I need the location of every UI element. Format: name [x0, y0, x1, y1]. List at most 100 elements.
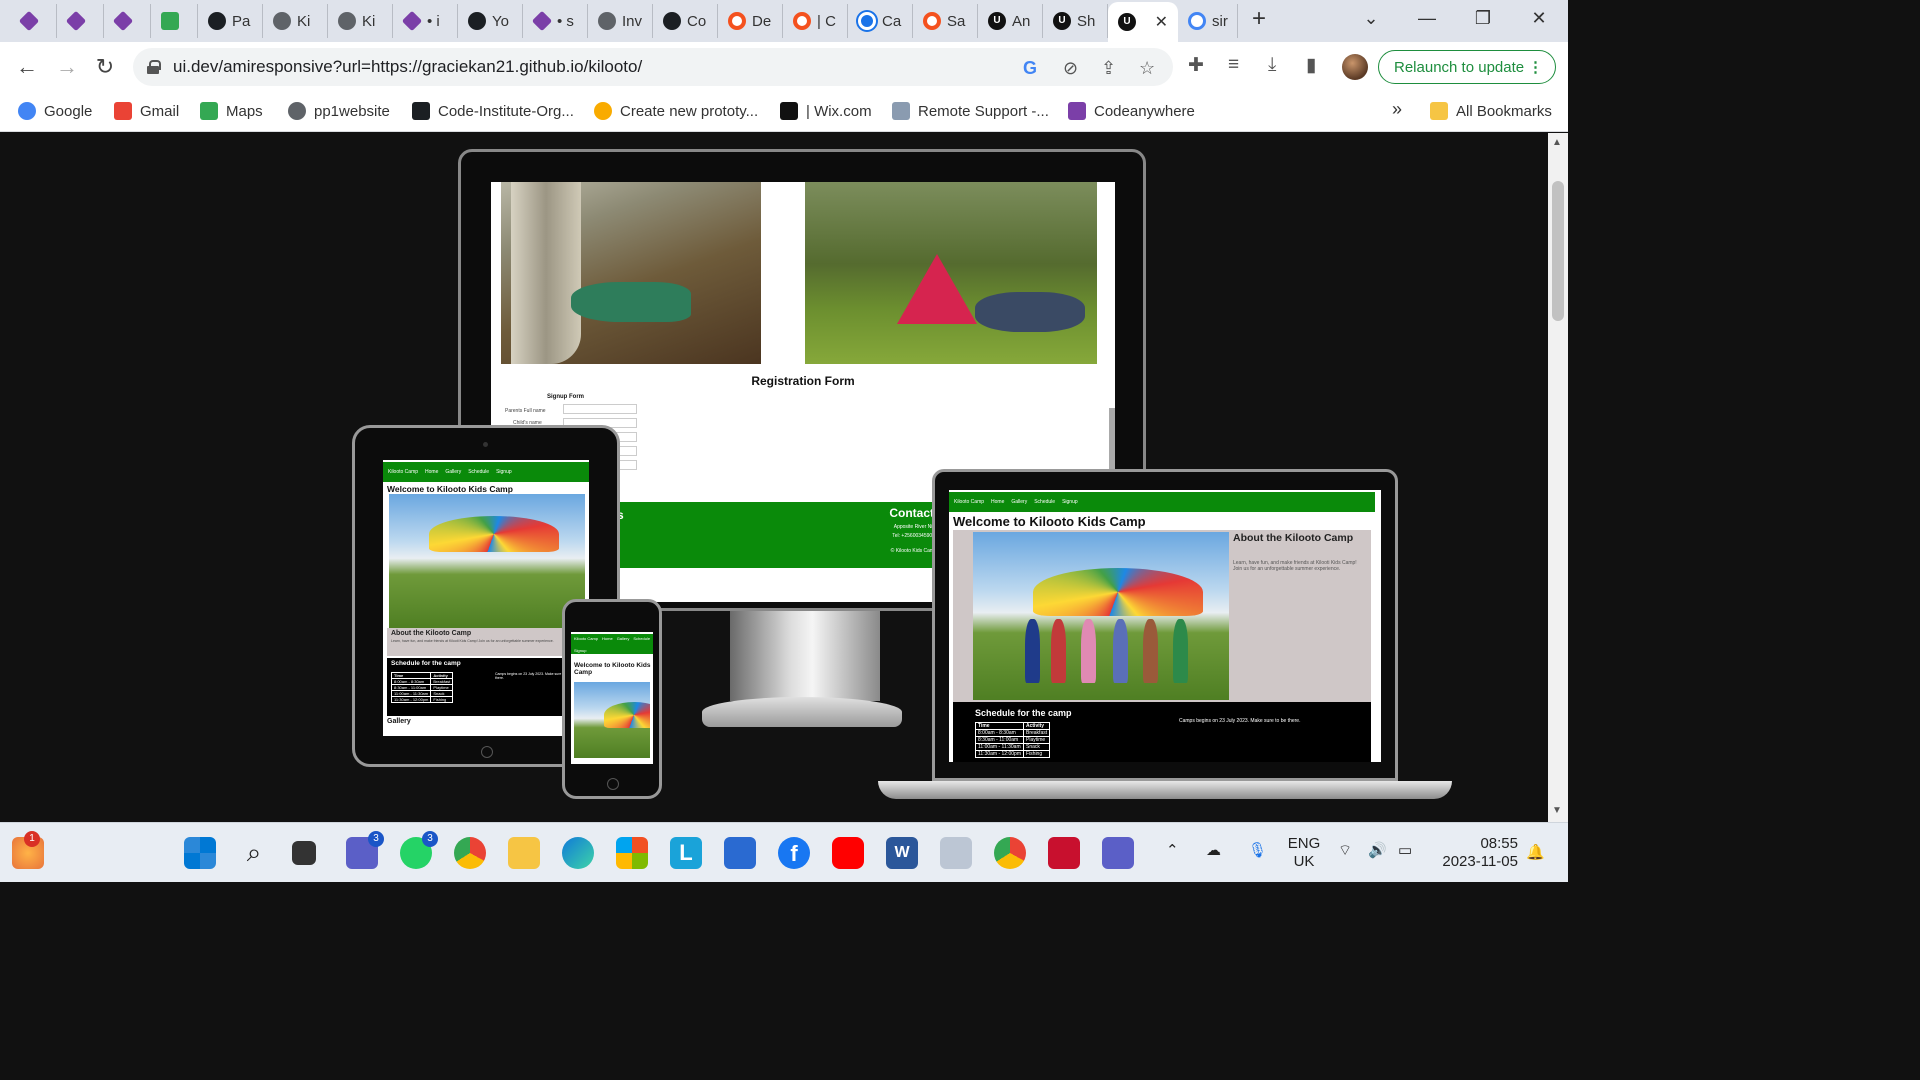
weather-icon[interactable]: 1: [12, 831, 44, 869]
site-nav-link[interactable]: Gallery: [617, 636, 630, 641]
site-nav-link[interactable]: Kilooto Camp: [574, 636, 598, 641]
notepad-icon[interactable]: [724, 837, 756, 869]
notifications-icon[interactable]: 🔔: [1526, 843, 1545, 861]
browser-tab[interactable]: [151, 4, 198, 38]
language-indicator[interactable]: ENG UK: [1282, 835, 1326, 871]
bookmark-item[interactable]: | Wix.com: [780, 102, 872, 120]
battery-icon[interactable]: ▭: [1398, 841, 1412, 859]
browser-tab[interactable]: • i: [393, 4, 458, 38]
bookmark-item[interactable]: Google: [18, 102, 92, 120]
extensions-icon[interactable]: ✚: [1188, 54, 1204, 77]
bookmark-item[interactable]: Code-Institute-Org...: [412, 102, 574, 120]
tab-search-icon[interactable]: ⌄: [1356, 8, 1386, 29]
bookmarks-overflow-button[interactable]: »: [1392, 99, 1402, 120]
share-icon[interactable]: ⇪: [1101, 58, 1116, 79]
browser-tab[interactable]: • s: [523, 4, 588, 38]
site-nav-link[interactable]: Signup: [1062, 499, 1078, 505]
browser-tab[interactable]: Sa: [913, 4, 978, 38]
store-icon[interactable]: [616, 837, 648, 869]
browser-tab[interactable]: De: [718, 4, 783, 38]
site-nav-link[interactable]: Kilooto Camp: [388, 469, 418, 475]
wifi-icon[interactable]: ⌔: [1338, 841, 1352, 860]
browser-tab[interactable]: Inv: [588, 4, 653, 38]
chrome-icon[interactable]: [454, 837, 486, 869]
word-icon[interactable]: W: [886, 837, 918, 869]
task-view-icon[interactable]: [292, 841, 316, 865]
close-window-icon[interactable]: ✕: [1524, 8, 1554, 29]
forward-icon[interactable]: →: [52, 54, 82, 80]
chrome-alt-icon[interactable]: [994, 837, 1026, 869]
close-tab-icon[interactable]: ✕: [1155, 12, 1168, 32]
browser-tab[interactable]: U An: [978, 4, 1043, 38]
media-icon[interactable]: ≡: [1228, 54, 1239, 76]
bookmark-item[interactable]: Codeanywhere: [1068, 102, 1195, 120]
start-icon[interactable]: [184, 837, 216, 869]
url-text[interactable]: ui.dev/amiresponsive?url=https://graciek…: [173, 57, 642, 77]
scrollbar-thumb[interactable]: [1552, 181, 1564, 321]
edge-icon[interactable]: [562, 837, 594, 869]
browser-tab[interactable]: U Sh: [1043, 4, 1108, 38]
youtube-icon[interactable]: [832, 837, 864, 869]
site-nav-link[interactable]: Home: [991, 499, 1004, 505]
mcafee-icon[interactable]: [1048, 837, 1080, 869]
scroll-up-icon[interactable]: ▲: [1552, 137, 1562, 148]
bookmark-item[interactable]: Gmail: [114, 102, 179, 120]
browser-tab[interactable]: Ca: [848, 4, 913, 38]
browser-tab[interactable]: Yo: [458, 4, 523, 38]
bookmark-item[interactable]: Maps: [200, 102, 263, 120]
eye-off-icon[interactable]: ⊘: [1063, 58, 1078, 79]
profile-avatar[interactable]: [1342, 54, 1368, 80]
clock[interactable]: 08:55 2023-11-05: [1432, 835, 1518, 871]
side-panel-icon[interactable]: ▮: [1306, 54, 1316, 77]
teams-chat-icon[interactable]: 3: [346, 831, 384, 869]
l-app-icon[interactable]: L: [670, 837, 702, 869]
restore-icon[interactable]: ❐: [1468, 8, 1498, 29]
browser-tab[interactable]: [57, 4, 104, 38]
site-nav-link[interactable]: Gallery: [445, 469, 461, 475]
whatsapp-icon[interactable]: 3: [400, 831, 438, 869]
site-nav-link[interactable]: Schedule: [1034, 499, 1055, 505]
site-nav-link[interactable]: Kilooto Camp: [954, 499, 984, 505]
volume-icon[interactable]: 🔊: [1368, 841, 1387, 859]
file-explorer-icon[interactable]: [508, 837, 540, 869]
scroll-down-icon[interactable]: ▼: [1552, 805, 1562, 816]
show-hidden-icons[interactable]: ⌃: [1166, 841, 1179, 859]
site-nav-link[interactable]: Signup: [496, 469, 512, 475]
facebook-icon[interactable]: f: [778, 837, 810, 869]
site-nav-link[interactable]: Home: [425, 469, 438, 475]
new-tab-button[interactable]: +: [1244, 2, 1284, 36]
site-nav-link[interactable]: Schedule: [633, 636, 650, 641]
browser-tab[interactable]: U ✕: [1108, 2, 1178, 42]
lock-icon[interactable]: [147, 60, 161, 74]
browser-tab[interactable]: Ki: [328, 4, 393, 38]
teams-icon[interactable]: [1102, 837, 1134, 869]
browser-tab[interactable]: [104, 4, 151, 38]
site-nav-link[interactable]: Gallery: [1011, 499, 1027, 505]
downloads-icon[interactable]: ⤓: [1268, 54, 1276, 76]
all-bookmarks-button[interactable]: All Bookmarks: [1430, 102, 1552, 120]
browser-tab[interactable]: sir: [1178, 4, 1238, 38]
minimize-icon[interactable]: —: [1412, 8, 1442, 29]
site-nav-link[interactable]: Signup: [574, 648, 586, 653]
browser-tab[interactable]: Co: [653, 4, 718, 38]
address-bar[interactable]: ui.dev/amiresponsive?url=https://graciek…: [133, 48, 1173, 86]
site-scrollbar[interactable]: [1109, 408, 1115, 478]
parents-name-input[interactable]: [563, 404, 637, 414]
remote-desktop-icon[interactable]: [940, 837, 972, 869]
site-nav-link[interactable]: Home: [602, 636, 613, 641]
browser-tab[interactable]: | C: [783, 4, 848, 38]
google-lens-icon[interactable]: G: [1023, 58, 1037, 79]
bookmark-item[interactable]: Remote Support -...: [892, 102, 1049, 120]
microphone-icon[interactable]: 🎙: [1248, 841, 1267, 859]
onedrive-icon[interactable]: ☁: [1206, 841, 1221, 859]
search-icon[interactable]: ⌕: [238, 837, 270, 869]
relaunch-button[interactable]: Relaunch to update ⋮: [1378, 50, 1556, 84]
more-menu-icon[interactable]: ⋮: [1528, 58, 1543, 76]
bookmark-star-icon[interactable]: ☆: [1139, 58, 1155, 79]
bookmark-item[interactable]: Create new prototy...: [594, 102, 758, 120]
site-nav-link[interactable]: Schedule: [468, 469, 489, 475]
back-icon[interactable]: ←: [12, 54, 42, 80]
bookmark-item[interactable]: pp1website: [288, 102, 390, 120]
browser-tab[interactable]: Ki: [263, 4, 328, 38]
browser-tab[interactable]: Pa: [198, 4, 263, 38]
